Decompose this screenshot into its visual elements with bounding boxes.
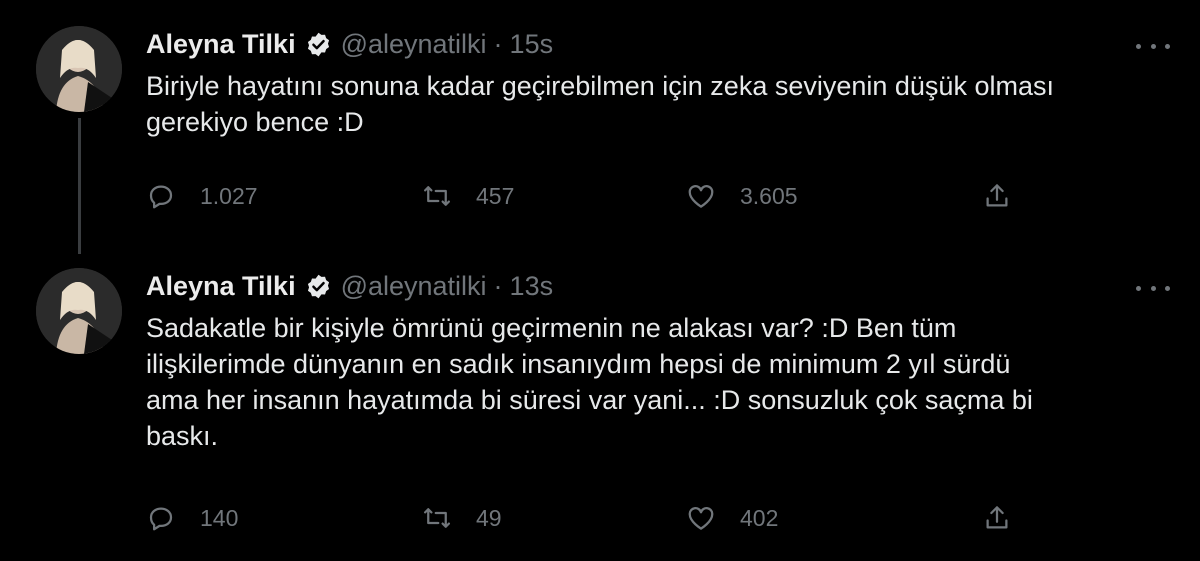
- like-button[interactable]: 3.605: [686, 176, 798, 216]
- reply-count: 1.027: [200, 182, 258, 209]
- retweet-icon: [424, 186, 450, 206]
- verified-badge-icon: [307, 32, 329, 56]
- heart-icon: [688, 185, 714, 208]
- share-button[interactable]: [982, 498, 1012, 538]
- retweet-button[interactable]: 457: [422, 176, 514, 216]
- reply-count: 140: [200, 504, 239, 531]
- share-icon: [986, 506, 1008, 529]
- thread-connector-line: [78, 118, 81, 254]
- reply-button[interactable]: 1.027: [146, 176, 258, 216]
- author-name[interactable]: Aleyna Tilki: [146, 271, 296, 302]
- tweet-text-line: Sadakatle bir kişiyle ömrünü geçirmenin …: [146, 313, 957, 343]
- tweet-thread: Aleyna Tilki @aleynatilki · 15s Biriyle …: [0, 0, 1200, 561]
- share-icon: [986, 184, 1008, 207]
- tweet-text-line: baskı.: [146, 421, 219, 451]
- reply-icon: [149, 507, 173, 531]
- separator-dot: ·: [493, 270, 503, 301]
- reply-icon: [149, 185, 173, 209]
- tweet-text-line: Biriyle hayatını sonuna kadar geçirebilm…: [146, 71, 1054, 101]
- retweet-count: 457: [476, 182, 515, 209]
- tweet[interactable]: Aleyna Tilki @aleynatilki · 15s Biriyle …: [0, 0, 1200, 262]
- avatar-photo: [36, 268, 122, 354]
- tweet-timestamp[interactable]: 15s: [510, 29, 554, 60]
- like-button[interactable]: 402: [686, 498, 778, 538]
- avatar-photo: [36, 26, 122, 112]
- tweet-header: Aleyna Tilki @aleynatilki · 13s: [146, 266, 553, 306]
- retweet-button[interactable]: 49: [422, 498, 502, 538]
- retweet-icon: [424, 508, 450, 528]
- tweet-actions: 140 49 402: [146, 498, 1026, 538]
- like-count: 402: [740, 504, 779, 531]
- retweet-count: 49: [476, 504, 502, 531]
- reply-button[interactable]: 140: [146, 498, 238, 538]
- tweet-text-line: ama her insanın hayatımda bi süresi var …: [146, 385, 1033, 415]
- heart-icon: [688, 507, 714, 530]
- tweet-text-line: gerekiyo bence :D: [146, 107, 364, 137]
- tweet-text-line: ilişkilerimde dünyanın en sadık insanıyd…: [146, 349, 1011, 379]
- author-handle[interactable]: @aleynatilki: [341, 271, 487, 302]
- more-dots-icon[interactable]: [1136, 38, 1170, 54]
- like-count: 3.605: [740, 182, 798, 209]
- verified-badge-icon: [307, 274, 329, 298]
- avatar[interactable]: [36, 268, 122, 354]
- tweet[interactable]: Aleyna Tilki @aleynatilki · 13s Sadakatl…: [0, 262, 1200, 561]
- tweet-text: Biriyle hayatını sonuna kadar geçirebilm…: [146, 68, 1156, 140]
- author-handle[interactable]: @aleynatilki: [341, 29, 487, 60]
- tweet-timestamp[interactable]: 13s: [510, 271, 554, 302]
- more-dots-icon[interactable]: [1136, 280, 1170, 296]
- tweet-header: Aleyna Tilki @aleynatilki · 15s: [146, 24, 553, 64]
- separator-dot: ·: [493, 28, 503, 59]
- share-button[interactable]: [982, 176, 1012, 216]
- avatar[interactable]: [36, 26, 122, 112]
- tweet-text: Sadakatle bir kişiyle ömrünü geçirmenin …: [146, 310, 1156, 454]
- tweet-actions: 1.027 457 3.605: [146, 176, 1026, 216]
- author-name[interactable]: Aleyna Tilki: [146, 29, 296, 60]
